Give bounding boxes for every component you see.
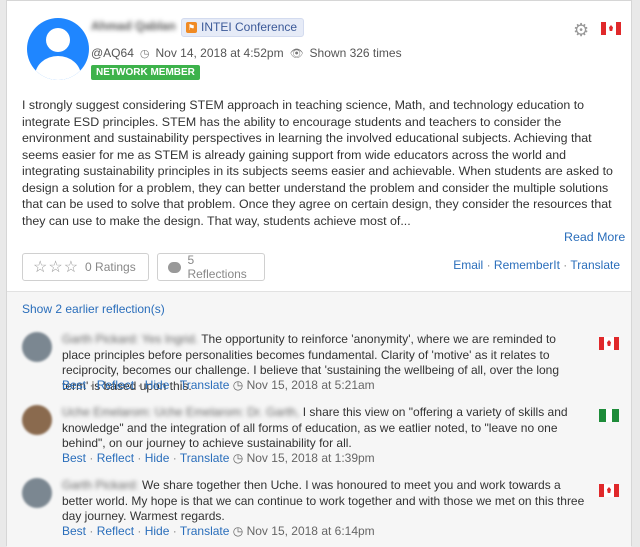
reflections-label: 5 Reflections: [187, 253, 247, 281]
ratings-button[interactable]: ☆☆☆ 0 Ratings: [22, 253, 149, 281]
post-meta: @AQ64 ◷ Nov 14, 2018 at 4:52pm 👁 Shown 3…: [91, 46, 402, 60]
reflection-time: Nov 15, 2018 at 1:39pm: [246, 451, 375, 465]
post-body: I strongly suggest considering STEM appr…: [22, 98, 613, 228]
translate-link[interactable]: Translate: [570, 258, 620, 272]
comment-icon: [168, 261, 182, 273]
translate-link[interactable]: Translate: [180, 524, 230, 538]
reflection-body: We share together then Uche. I was honou…: [62, 478, 585, 523]
reflection-author[interactable]: Garth Pickard:: [62, 478, 139, 492]
reflection-avatar[interactable]: [22, 405, 52, 435]
hide-link[interactable]: Hide: [145, 378, 170, 392]
best-link[interactable]: Best: [62, 378, 86, 392]
clock-icon: ◷: [232, 378, 247, 392]
reflection-actions: Best · Reflect · Hide · Translate ◷ Nov …: [62, 524, 375, 538]
network-member-badge: NETWORK MEMBER: [91, 65, 200, 80]
reflect-link[interactable]: Reflect: [97, 524, 134, 538]
reflection-avatar[interactable]: [22, 478, 52, 508]
read-more-link[interactable]: Read More: [564, 230, 625, 244]
post: Ahmad Qablan ⚑ INTEI Conference ⚙ @AQ64 …: [7, 1, 631, 291]
conference-badge[interactable]: ⚑ INTEI Conference: [181, 18, 305, 37]
nigeria-flag-icon: [599, 409, 619, 422]
hide-link[interactable]: Hide: [145, 524, 170, 538]
show-earlier-reflections-link[interactable]: Show 2 earlier reflection(s): [22, 302, 165, 316]
clock-icon: ◷: [232, 524, 247, 538]
best-link[interactable]: Best: [62, 451, 86, 465]
eye-icon: 👁: [289, 47, 304, 60]
post-date: Nov 14, 2018 at 4:52pm: [155, 46, 284, 60]
reflection-text: Uche Emelarom: Uche Emelarom: Dr. Garth,…: [62, 405, 587, 452]
reflection-actions: Best · Reflect · Hide · Translate ◷ Nov …: [62, 378, 375, 392]
reflection-author[interactable]: Garth Pickard: Yes Ingrid.: [62, 332, 198, 346]
reflection-text: Garth Pickard: We share together then Uc…: [62, 478, 587, 525]
reflect-link[interactable]: Reflect: [97, 378, 134, 392]
clock-icon: ◷: [232, 451, 247, 465]
rememberit-link[interactable]: RememberIt: [494, 258, 560, 272]
canada-flag-icon: [599, 337, 619, 350]
hide-link[interactable]: Hide: [145, 451, 170, 465]
reflection-time: Nov 15, 2018 at 6:14pm: [246, 524, 375, 538]
post-card: Ahmad Qablan ⚑ INTEI Conference ⚙ @AQ64 …: [6, 0, 632, 547]
star-icon[interactable]: ☆☆☆: [33, 257, 79, 277]
conference-icon: ⚑: [186, 22, 197, 33]
translate-link[interactable]: Translate: [180, 451, 230, 465]
shown-count: Shown 326 times: [309, 46, 402, 60]
reflections-button[interactable]: 5 Reflections: [157, 253, 265, 281]
conference-label: INTEI Conference: [201, 20, 298, 34]
author-name[interactable]: Ahmad Qablan: [91, 19, 176, 33]
reflect-link[interactable]: Reflect: [97, 451, 134, 465]
gear-icon[interactable]: ⚙: [573, 20, 589, 40]
canada-flag-icon: [601, 22, 621, 35]
reflection-avatar[interactable]: [22, 332, 52, 362]
translate-link[interactable]: Translate: [180, 378, 230, 392]
post-links: Email · RememberIt · Translate: [453, 258, 620, 272]
reflection-author[interactable]: Uche Emelarom: Uche Emelarom: Dr. Garth,: [62, 405, 299, 419]
author-handle[interactable]: @AQ64: [91, 46, 134, 60]
canada-flag-icon: [599, 484, 619, 497]
author-avatar[interactable]: [27, 18, 89, 80]
reflections-section: Show 2 earlier reflection(s) Garth Picka…: [7, 291, 631, 547]
best-link[interactable]: Best: [62, 524, 86, 538]
reflection-time: Nov 15, 2018 at 5:21am: [246, 378, 375, 392]
clock-icon: ◷: [139, 47, 150, 60]
ratings-label: 0 Ratings: [85, 260, 136, 274]
email-link[interactable]: Email: [453, 258, 483, 272]
reflection-actions: Best · Reflect · Hide · Translate ◷ Nov …: [62, 451, 375, 465]
